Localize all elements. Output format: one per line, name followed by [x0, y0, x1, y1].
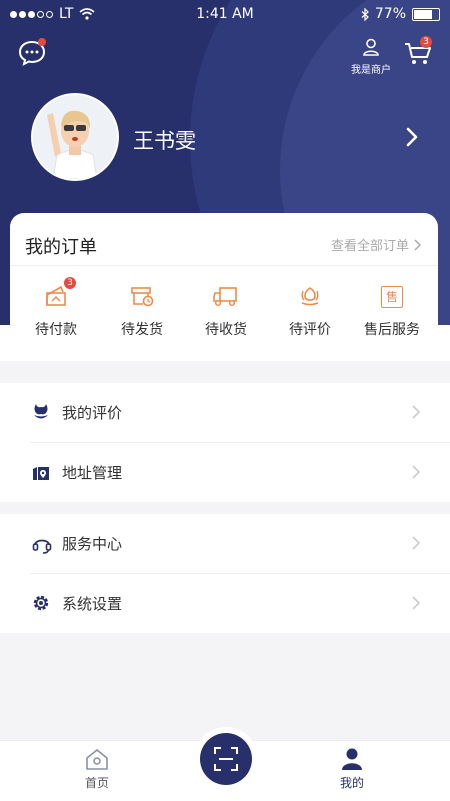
chevron-right-icon — [412, 465, 420, 479]
message-button[interactable] — [18, 38, 46, 70]
truck-icon — [213, 287, 237, 307]
order-label: 待收货 — [205, 322, 247, 338]
view-all-orders-label: 查看全部订单 — [330, 239, 409, 254]
cart-button[interactable]: 3 — [404, 36, 432, 70]
bluetooth-icon — [361, 7, 369, 21]
order-label: 售后服务 — [364, 322, 420, 338]
profile-chevron-icon[interactable] — [405, 126, 419, 148]
chevron-right-icon — [412, 536, 420, 550]
order-pending-review[interactable]: 待评价 — [268, 283, 352, 339]
merchant-label: 我是商户 — [351, 65, 391, 76]
view-all-orders-link[interactable]: 查看全部订单 — [331, 235, 421, 254]
menu-item-system-settings[interactable]: 系统设置 — [0, 574, 450, 633]
unread-dot — [38, 38, 46, 46]
divider — [10, 265, 438, 266]
menu-section-2: 服务中心 系统设置 — [0, 514, 450, 633]
tab-home[interactable]: 首页 — [57, 747, 137, 791]
tab-mine[interactable]: 我的 — [312, 747, 392, 791]
order-label: 待付款 — [35, 322, 77, 338]
order-pending-receipt[interactable]: 待收货 — [184, 283, 268, 339]
scan-icon — [214, 747, 238, 771]
orders-card: 我的订单 查看全部订单 3 待付款 待发货 待收货 待评价 售 售后服务 — [10, 213, 438, 361]
tab-label: 首页 — [84, 776, 109, 790]
user-filled-icon — [342, 748, 362, 770]
tab-label: 我的 — [339, 776, 364, 790]
pending-payment-badge: 3 — [64, 277, 76, 289]
avatar[interactable] — [31, 93, 119, 181]
menu-item-my-reviews[interactable]: 我的评价 — [0, 383, 450, 442]
cart-badge: 3 — [420, 36, 432, 48]
menu-section-1: 我的评价 地址管理 — [0, 383, 450, 502]
menu-item-label: 服务中心 — [62, 535, 123, 553]
merchant-button[interactable]: 我是商户 — [348, 38, 394, 76]
gear-icon — [33, 595, 49, 611]
review-icon — [34, 404, 48, 419]
status-bar: LT 1:41 AM 77% — [0, 0, 450, 28]
after-sales-icon: 售 — [381, 286, 403, 308]
package-icon — [131, 287, 154, 307]
user-icon — [363, 38, 379, 56]
chevron-right-icon — [412, 596, 420, 610]
battery-percent: 77% — [374, 6, 406, 22]
headset-icon — [32, 539, 52, 554]
menu-item-label: 地址管理 — [62, 464, 123, 482]
menu-item-service-center[interactable]: 服务中心 — [0, 514, 450, 573]
order-label: 待发货 — [121, 322, 163, 338]
menu-item-address-management[interactable]: 地址管理 — [0, 443, 450, 502]
chevron-right-icon — [414, 238, 421, 251]
menu-item-label: 我的评价 — [62, 404, 123, 422]
order-label: 待评价 — [289, 322, 331, 338]
menu-item-label: 系统设置 — [62, 595, 123, 613]
order-after-sales[interactable]: 售 售后服务 — [350, 283, 434, 339]
rate-icon — [301, 287, 319, 306]
username[interactable]: 王书雯 — [133, 125, 196, 155]
order-pending-payment[interactable]: 3 待付款 — [14, 277, 98, 339]
order-pending-shipment[interactable]: 待发货 — [100, 283, 184, 339]
scan-button[interactable] — [200, 733, 252, 785]
home-icon — [86, 749, 108, 770]
chevron-right-icon — [412, 405, 420, 419]
address-icon — [33, 467, 49, 480]
avatar-image — [33, 95, 117, 179]
orders-title: 我的订单 — [25, 237, 97, 258]
battery-icon — [412, 7, 440, 21]
